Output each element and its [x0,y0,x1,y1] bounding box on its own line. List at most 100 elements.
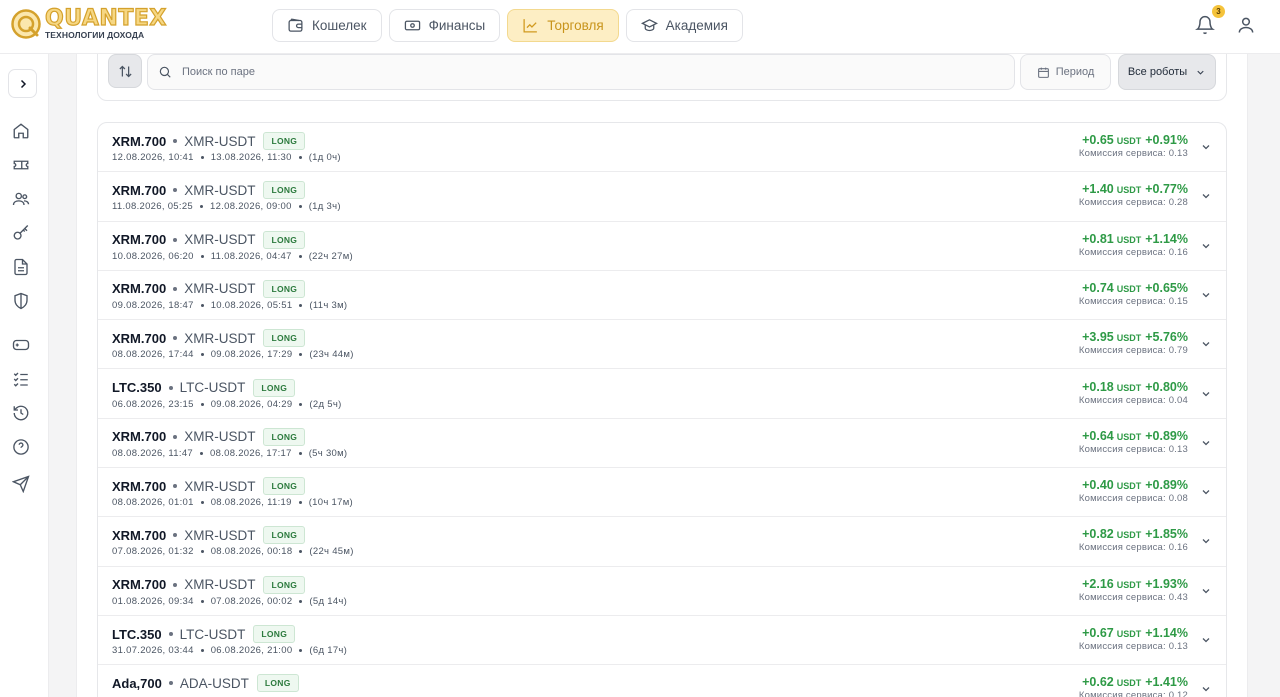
trade-result: +1.40 USDT +0.77% Комиссия сервиса: 0.28 [1079,182,1188,208]
key-icon[interactable] [12,224,30,242]
chevron-down-icon[interactable] [1200,289,1212,301]
sort-button[interactable] [108,54,142,88]
document-icon[interactable] [12,258,30,276]
trade-duration: (22ч 45м) [309,546,354,558]
chevron-down-icon[interactable] [1200,486,1212,498]
gamepad-icon[interactable] [12,336,30,354]
trade-bot-name: LTC.350 [112,626,162,642]
trade-row[interactable]: Ada,700 ADA-USDT LONG +0.62 USDT +1.41% Комисс… [98,665,1226,697]
trade-duration: (22ч 27м) [308,250,353,262]
trade-fee-value: 0.13 [1168,148,1188,159]
chevron-down-icon[interactable] [1200,634,1212,646]
search-input[interactable] [182,66,982,78]
trade-bot-name: XRM.700 [112,232,167,248]
brand-logo[interactable]: QUANTEX ТЕХНОЛОГИИ ДОХОДА [10,7,167,40]
shield-icon[interactable] [12,292,30,310]
ticket-icon[interactable] [12,156,30,174]
trade-pnl: +0.81 USDT +1.14% [1079,232,1188,246]
trade-duration: (10ч 17м) [308,497,353,509]
chevron-down-icon[interactable] [1200,240,1212,252]
trade-duration: (5ч 30м) [308,447,348,459]
notification-count-badge: 3 [1212,5,1225,18]
trade-side-badge: LONG [263,329,306,348]
wallet-icon [288,18,303,32]
chevron-down-icon[interactable] [1200,388,1212,400]
users-icon[interactable] [12,190,30,208]
trade-header: LTC.350 LTC-USDT LONG [112,378,296,397]
trade-pair: XMR-USDT [184,232,256,248]
send-icon[interactable] [12,475,30,493]
chevron-down-icon[interactable] [1200,437,1212,449]
trade-pnl: +0.82 USDT +1.85% [1079,527,1188,541]
chevron-down-icon[interactable] [1200,338,1212,350]
trade-row[interactable]: XRM.700 XMR-USDT LONG 08.08.2026, 01:01 08.0… [98,468,1226,518]
nav-trading[interactable]: Торговля [507,9,619,42]
trade-fee-label: Комиссия сервиса: [1078,345,1166,357]
trade-timeline: 31.07.2026, 03:44 06.08.2026, 21:00 (6д 17… [112,645,347,656]
trade-pair: XMR-USDT [184,281,256,297]
separator-dot [173,434,178,439]
trade-row[interactable]: LTC.350 LTC-USDT LONG 31.07.2026, 03:44 06.0… [98,616,1226,666]
trade-result: +0.40 USDT +0.89% Комиссия сервиса: 0.08 [1079,478,1188,504]
separator-dot [173,484,178,489]
robots-select[interactable]: Все роботы [1118,54,1216,90]
trade-result: +0.81 USDT +1.14% Комиссия сервиса: 0.16 [1079,232,1188,258]
trade-pnl-value: +0.81 [1082,231,1114,246]
trade-side-badge: LONG [263,181,306,200]
help-icon[interactable] [12,438,30,456]
trade-side-badge: LONG [253,378,296,397]
separator-dot [299,402,303,406]
trade-fee-value: 0.13 [1168,641,1188,652]
sidebar-expand-button[interactable] [8,69,37,98]
separator-dot [200,254,204,258]
trade-timeline: 06.08.2026, 23:15 09.08.2026, 04:29 (2д 5ч… [112,399,342,410]
nav-wallet[interactable]: Кошелек [272,9,382,42]
trade-header: XRM.700 XMR-USDT LONG [112,279,306,298]
trade-row[interactable]: XRM.700 XMR-USDT LONG 12.08.2026, 10:41 13.0… [98,123,1226,173]
period-button[interactable]: Период [1020,54,1111,90]
trade-row[interactable]: XRM.700 XMR-USDT LONG 07.08.2026, 01:32 08.0… [98,517,1226,567]
trade-open-time: 31.07.2026, 03:44 [112,645,194,656]
trade-fee-value: 0.16 [1168,542,1188,554]
chevron-down-icon[interactable] [1200,683,1212,695]
trade-close-time: 11.08.2026, 04:47 [210,250,292,262]
trade-pnl-percent: +0.65% [1145,280,1188,295]
chevron-down-icon[interactable] [1200,535,1212,547]
separator-dot [200,501,204,505]
bell-icon[interactable] [1195,15,1215,35]
trade-row[interactable]: XRM.700 XMR-USDT LONG 09.08.2026, 18:47 10.0… [98,271,1226,321]
trade-pnl: +0.74 USDT +0.65% [1079,281,1188,295]
trade-pnl-percent: +0.77% [1145,182,1188,197]
trade-result: +0.67 USDT +1.14% Комиссия сервиса: 0.13 [1079,626,1188,652]
trade-row[interactable]: LTC.350 LTC-USDT LONG 06.08.2026, 23:15 09.0… [98,370,1226,419]
nav-finance[interactable]: Финансы [388,9,501,42]
trade-bot-name: XRM.700 [112,577,167,593]
trade-open-time: 07.08.2026, 01:32 [112,546,194,558]
user-icon[interactable] [1236,15,1256,35]
trade-row[interactable]: XRM.700 XMR-USDT LONG 08.08.2026, 17:44 09.0… [98,320,1226,370]
separator-dot [168,632,173,636]
chevron-down-icon[interactable] [1200,141,1212,153]
home-icon[interactable] [12,122,30,140]
trade-fee: Комиссия сервиса: 0.15 [1079,296,1188,307]
nav-wallet-label: Кошелек [312,18,367,33]
trade-row[interactable]: XRM.700 XMR-USDT LONG 10.08.2026, 06:20 11.0… [98,222,1226,271]
trade-row[interactable]: XRM.700 XMR-USDT LONG 11.08.2026, 05:25 12.0… [98,172,1226,222]
chevron-down-icon[interactable] [1200,585,1212,597]
trade-timeline: 07.08.2026, 01:32 08.08.2026, 00:18 (22ч 4… [112,546,354,557]
trade-result: +0.18 USDT +0.80% Комиссия сервиса: 0.04 [1079,380,1188,406]
checklist-icon[interactable] [12,370,30,388]
chevron-down-icon[interactable] [1200,190,1212,202]
nav-academy[interactable]: Академия [625,9,743,42]
trade-pnl-value: +2.16 [1082,576,1114,591]
trade-bot-name: XRM.700 [112,182,167,198]
trade-row[interactable]: XRM.700 XMR-USDT LONG 08.08.2026, 11:47 08.0… [98,419,1226,469]
history-icon[interactable] [12,404,30,422]
nav-trading-label: Торговля [547,18,604,33]
separator-dot [173,237,178,242]
separator-dot [168,681,173,686]
trade-row[interactable]: XRM.700 XMR-USDT LONG 01.08.2026, 09:34 07.0… [98,567,1226,616]
trade-pair: XMR-USDT [184,429,256,445]
search-field[interactable] [147,54,1015,90]
trade-pnl-percent: +1.41% [1145,675,1188,690]
